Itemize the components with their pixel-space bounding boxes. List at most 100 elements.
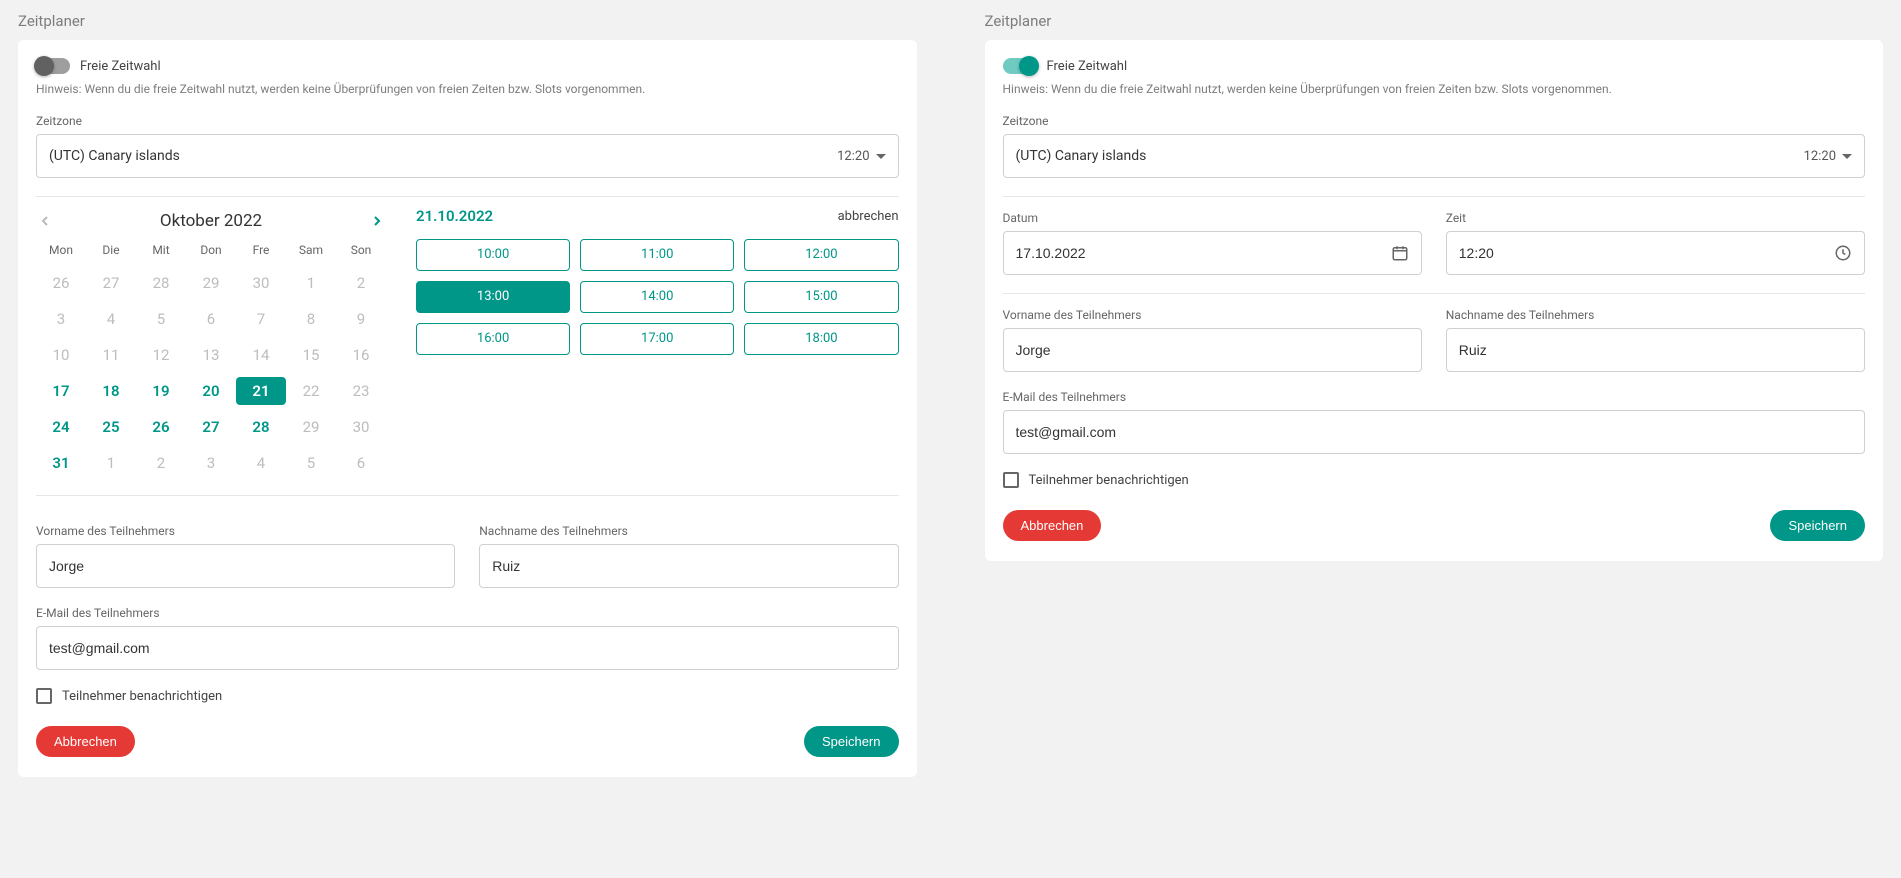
notify-checkbox[interactable]	[1003, 472, 1019, 488]
calendar-icon[interactable]	[1391, 244, 1409, 262]
left-panel: Zeitplaner Freie Zeitwahl Hinweis: Wenn …	[0, 6, 935, 777]
time-input[interactable]	[1459, 245, 1852, 261]
calendar-day: 30	[336, 413, 386, 441]
calendar-day: 4	[236, 449, 286, 477]
calendar-day[interactable]: 26	[136, 413, 186, 441]
divider	[36, 495, 899, 496]
calendar-day: 30	[236, 269, 286, 297]
timezone-select[interactable]: (UTC) Canary islands 12:20	[36, 134, 899, 178]
notify-label: Teilnehmer benachrichtigen	[62, 689, 222, 704]
calendar-day: 16	[336, 341, 386, 369]
timezone-label: Zeitzone	[36, 114, 899, 128]
panel-title: Zeitplaner	[967, 6, 1901, 40]
timezone-value: (UTC) Canary islands	[49, 148, 180, 164]
calendar-day[interactable]: 17	[36, 377, 86, 405]
calendar-dow: Fre	[236, 243, 286, 261]
calendar-dow: Mit	[136, 243, 186, 261]
free-time-toggle[interactable]	[1003, 58, 1037, 74]
calendar-day: 5	[136, 305, 186, 333]
cancel-slot-selection[interactable]: abbrechen	[838, 209, 899, 224]
calendar-day: 22	[286, 377, 336, 405]
email-label: E-Mail des Teilnehmers	[1003, 390, 1866, 404]
divider	[1003, 293, 1866, 294]
lastname-label: Nachname des Teilnehmers	[1446, 308, 1865, 322]
time-slot[interactable]: 15:00	[744, 281, 898, 313]
calendar-dow: Don	[186, 243, 236, 261]
firstname-input[interactable]	[1016, 342, 1409, 358]
date-label: Datum	[1003, 211, 1422, 225]
hint-text: Hinweis: Wenn du die freie Zeitwahl nutz…	[36, 82, 899, 96]
calendar-dow: Son	[336, 243, 386, 261]
calendar-day: 1	[286, 269, 336, 297]
calendar-day: 23	[336, 377, 386, 405]
firstname-input[interactable]	[49, 558, 442, 574]
selected-date: 21.10.2022	[416, 207, 493, 225]
divider	[1003, 196, 1866, 197]
time-slot[interactable]: 16:00	[416, 323, 570, 355]
calendar-day: 9	[336, 305, 386, 333]
calendar-day[interactable]: 19	[136, 377, 186, 405]
calendar-day[interactable]: 21	[236, 377, 286, 405]
hint-text: Hinweis: Wenn du die freie Zeitwahl nutz…	[1003, 82, 1866, 96]
timezone-select[interactable]: (UTC) Canary islands 12:20	[1003, 134, 1866, 178]
time-slot[interactable]: 12:00	[744, 239, 898, 271]
calendar-day: 2	[336, 269, 386, 297]
time-slot[interactable]: 14:00	[580, 281, 734, 313]
calendar-day: 7	[236, 305, 286, 333]
timezone-time: 12:20	[837, 149, 869, 164]
save-button[interactable]: Speichern	[804, 726, 899, 757]
calendar-day[interactable]: 25	[86, 413, 136, 441]
calendar-day: 10	[36, 341, 86, 369]
notify-label: Teilnehmer benachrichtigen	[1029, 473, 1189, 488]
clock-icon[interactable]	[1834, 244, 1852, 262]
calendar-day: 26	[36, 269, 86, 297]
chevron-left-icon[interactable]	[36, 212, 54, 230]
free-time-toggle-label: Freie Zeitwahl	[80, 59, 161, 74]
lastname-input[interactable]	[1459, 342, 1852, 358]
calendar-day: 28	[136, 269, 186, 297]
email-input[interactable]	[1016, 424, 1853, 440]
panel-title: Zeitplaner	[0, 6, 935, 40]
lastname-input[interactable]	[492, 558, 885, 574]
calendar-day[interactable]: 31	[36, 449, 86, 477]
time-slot[interactable]: 17:00	[580, 323, 734, 355]
free-time-toggle-label: Freie Zeitwahl	[1047, 59, 1128, 74]
calendar-dow: Die	[86, 243, 136, 261]
calendar-day: 8	[286, 305, 336, 333]
card: Freie Zeitwahl Hinweis: Wenn du die frei…	[985, 40, 1884, 561]
calendar-day: 5	[286, 449, 336, 477]
email-input[interactable]	[49, 640, 886, 656]
calendar-grid: MonDieMitDonFreSamSon2627282930123456789…	[36, 243, 386, 477]
calendar-day: 1	[86, 449, 136, 477]
chevron-right-icon[interactable]	[368, 212, 386, 230]
notify-checkbox[interactable]	[36, 688, 52, 704]
calendar-day: 3	[186, 449, 236, 477]
calendar-month-title: Oktober 2022	[160, 211, 262, 231]
time-slot[interactable]: 11:00	[580, 239, 734, 271]
time-slot[interactable]: 18:00	[744, 323, 898, 355]
cancel-button[interactable]: Abbrechen	[36, 726, 135, 757]
calendar-day: 27	[86, 269, 136, 297]
right-panel: Zeitplaner Freie Zeitwahl Hinweis: Wenn …	[967, 6, 1901, 777]
date-input[interactable]	[1016, 245, 1409, 261]
firstname-label: Vorname des Teilnehmers	[1003, 308, 1422, 322]
free-time-toggle[interactable]	[36, 58, 70, 74]
calendar-day: 12	[136, 341, 186, 369]
calendar-day: 11	[86, 341, 136, 369]
time-slot[interactable]: 10:00	[416, 239, 570, 271]
calendar-day[interactable]: 28	[236, 413, 286, 441]
calendar-day[interactable]: 18	[86, 377, 136, 405]
calendar-day[interactable]: 20	[186, 377, 236, 405]
divider	[36, 196, 899, 197]
calendar-day: 29	[286, 413, 336, 441]
time-label: Zeit	[1446, 211, 1865, 225]
save-button[interactable]: Speichern	[1770, 510, 1865, 541]
calendar-day[interactable]: 27	[186, 413, 236, 441]
calendar-day: 15	[286, 341, 336, 369]
timezone-label: Zeitzone	[1003, 114, 1866, 128]
calendar-day[interactable]: 24	[36, 413, 86, 441]
calendar: Oktober 2022 MonDieMitDonFreSamSon262728…	[36, 207, 386, 477]
calendar-day: 6	[336, 449, 386, 477]
cancel-button[interactable]: Abbrechen	[1003, 510, 1102, 541]
time-slot[interactable]: 13:00	[416, 281, 570, 313]
